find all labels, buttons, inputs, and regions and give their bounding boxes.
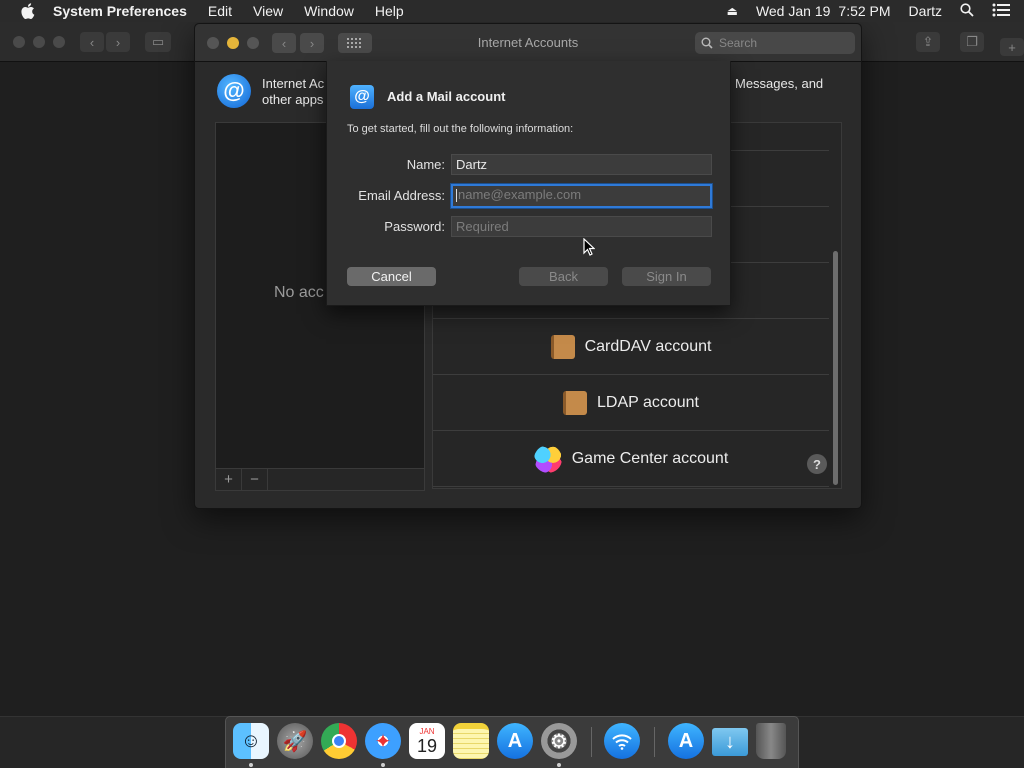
bg-tabs-icon[interactable]: ❐ <box>960 32 984 52</box>
sign-in-button[interactable]: Sign In <box>622 267 711 286</box>
search-placeholder: Search <box>719 36 758 50</box>
spotlight-search-icon[interactable] <box>960 2 974 20</box>
remove-account-button[interactable]: − <box>242 469 268 490</box>
bg-back-icon[interactable]: ‹ <box>80 32 104 52</box>
email-field[interactable]: name@example.com <box>451 184 712 208</box>
eject-icon[interactable]: ⏏ <box>727 4 738 18</box>
safari-running-dot <box>381 763 385 767</box>
app-store-icon[interactable]: A <box>497 723 533 759</box>
mouse-cursor-icon <box>583 237 596 261</box>
menu-app-name[interactable]: System Preferences <box>53 3 187 19</box>
menubar-user[interactable]: Dartz <box>909 3 942 19</box>
search-icon <box>701 37 713 49</box>
game-center-icon <box>533 444 562 473</box>
menu-bar: System Preferences Edit View Window Help… <box>0 0 1024 22</box>
calendar-icon[interactable]: JAN 19 <box>409 723 445 759</box>
finder-icon[interactable]: ☺ <box>233 723 269 759</box>
provider-carddav[interactable]: CardDAV account <box>433 319 829 375</box>
finder-running-dot <box>249 763 253 767</box>
apple-menu-icon[interactable] <box>17 0 39 22</box>
help-button[interactable]: ? <box>807 454 827 474</box>
header-description-continued: Messages, and <box>735 76 824 91</box>
dock: ☺ 🚀 ✦ JAN 19 A ⚙ A ↓ <box>225 716 799 768</box>
wifi-utility-icon[interactable] <box>604 723 640 759</box>
menu-view[interactable]: View <box>253 3 283 19</box>
provider-label: Game Center account <box>571 449 729 467</box>
contacts-book-icon <box>563 390 587 415</box>
bg-share-icon[interactable]: ⇪ <box>916 32 940 52</box>
app-store-icon[interactable]: A <box>668 723 704 759</box>
menubar-date[interactable]: Wed Jan 19 <box>756 3 830 19</box>
downloads-folder-icon[interactable]: ↓ <box>712 728 748 756</box>
mail-at-icon: @ <box>350 85 374 109</box>
menu-window[interactable]: Window <box>304 3 354 19</box>
provider-ldap[interactable]: LDAP account <box>433 375 829 431</box>
sheet-title: Add a Mail account <box>387 89 506 104</box>
bg-minimize-icon[interactable] <box>33 36 45 48</box>
cancel-button[interactable]: Cancel <box>347 267 436 286</box>
bg-forward-icon[interactable]: › <box>106 32 130 52</box>
notes-icon[interactable] <box>453 723 489 759</box>
provider-game-center[interactable]: Game Center account <box>433 431 829 487</box>
menu-edit[interactable]: Edit <box>208 3 232 19</box>
search-field[interactable]: Search <box>695 32 855 54</box>
contacts-book-icon <box>550 334 575 359</box>
menubar-time[interactable]: 7:52 PM <box>838 3 890 19</box>
provider-label: LDAP account <box>597 393 699 411</box>
password-label: Password: <box>384 219 445 234</box>
calendar-day: 19 <box>416 735 438 756</box>
name-label: Name: <box>406 157 445 172</box>
system-preferences-running-dot <box>557 763 561 767</box>
text-caret <box>456 189 457 203</box>
internet-accounts-at-icon: @ <box>217 74 251 108</box>
bg-sidebar-icon[interactable]: ▭ <box>145 32 171 52</box>
notification-center-icon[interactable] <box>992 3 1010 20</box>
sheet-instructions: To get started, fill out the following i… <box>347 123 574 135</box>
dock-separator <box>654 727 655 757</box>
system-preferences-icon[interactable]: ⚙ <box>541 723 577 759</box>
back-button[interactable]: Back <box>519 267 608 286</box>
providers-scrollbar[interactable] <box>833 251 838 485</box>
bg-close-icon[interactable] <box>13 36 25 48</box>
header-description: Internet Ac other apps <box>262 76 325 107</box>
list-controls: + − <box>215 469 425 491</box>
safari-icon[interactable]: ✦ <box>365 723 401 759</box>
calendar-month: JAN <box>419 726 435 736</box>
name-field[interactable]: Dartz <box>451 154 712 175</box>
email-label: Email Address: <box>358 188 445 203</box>
bg-zoom-icon[interactable] <box>53 36 65 48</box>
add-account-button[interactable]: + <box>216 469 242 490</box>
email-placeholder: name@example.com <box>458 187 582 202</box>
provider-label: CardDAV account <box>584 337 712 355</box>
add-mail-account-sheet: @ Add a Mail account To get started, fil… <box>326 61 731 306</box>
password-field[interactable]: Required <box>451 216 712 237</box>
launchpad-icon[interactable]: 🚀 <box>277 723 313 759</box>
menu-help[interactable]: Help <box>375 3 404 19</box>
desktop: System Preferences Edit View Window Help… <box>0 0 1024 768</box>
bg-new-tab-icon[interactable]: + <box>1000 38 1024 56</box>
window-toolbar: ‹ › Internet Accounts Search <box>195 24 861 62</box>
chrome-icon[interactable] <box>321 723 357 759</box>
dock-separator <box>591 727 592 757</box>
trash-icon[interactable] <box>756 723 786 759</box>
